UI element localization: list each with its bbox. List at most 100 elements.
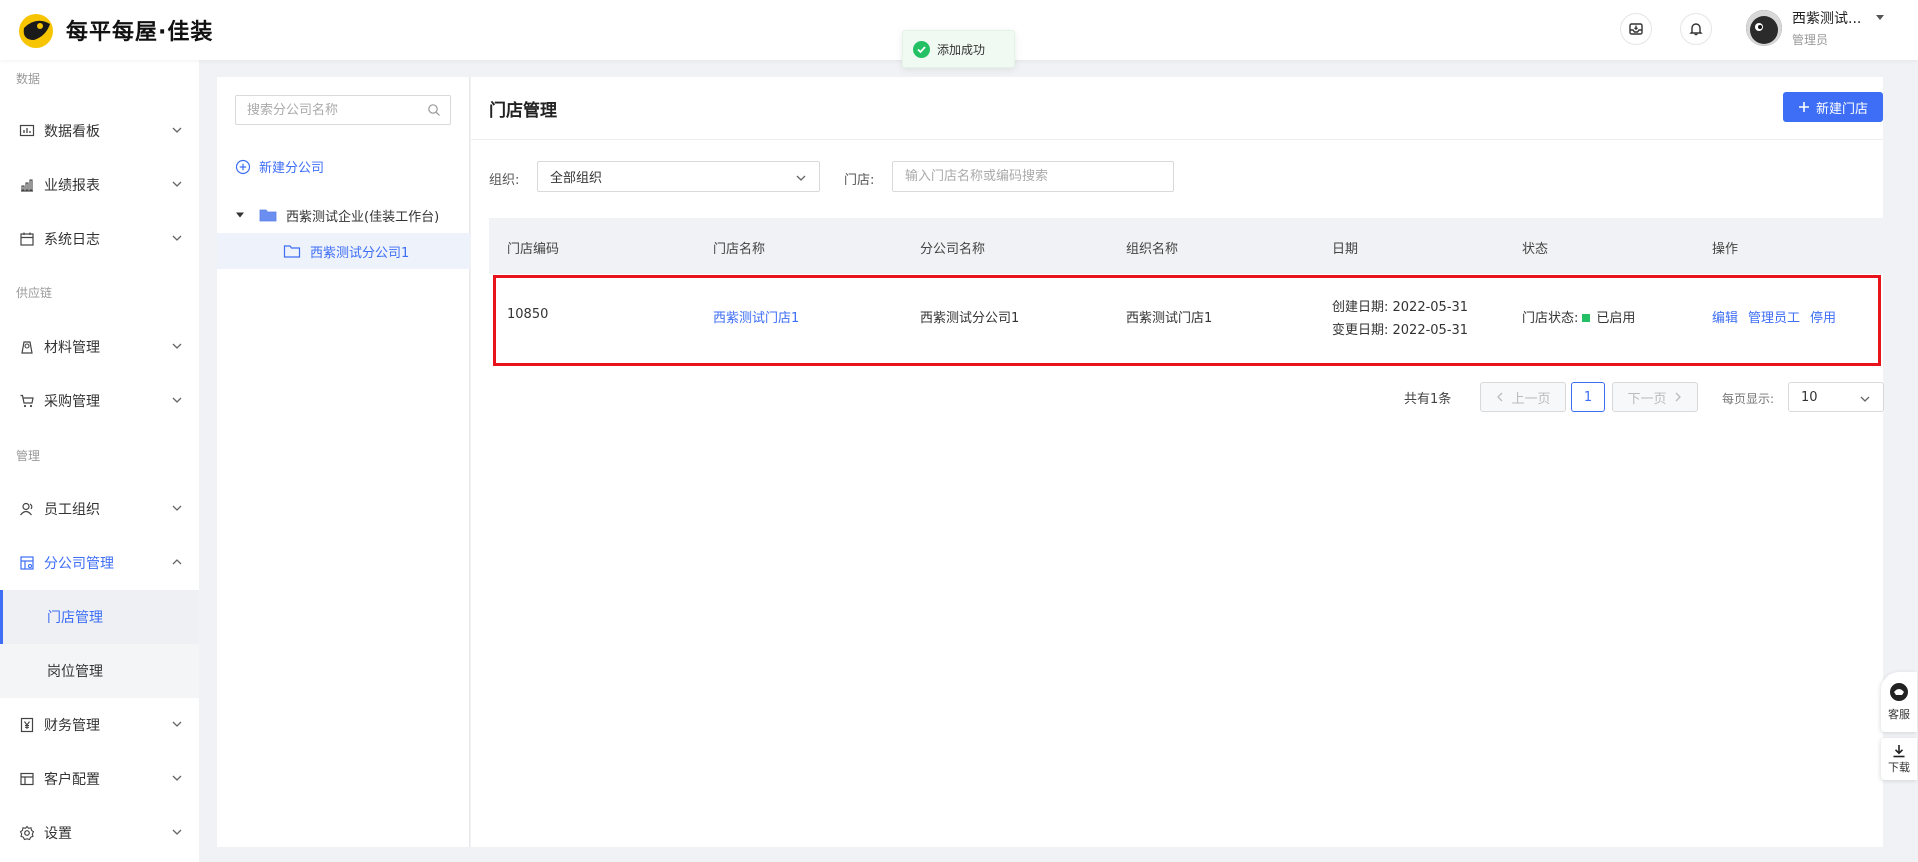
toast-text: 添加成功: [937, 42, 986, 57]
sidebar-item-label: 设置: [44, 826, 72, 842]
bar-report-icon: [18, 176, 36, 194]
sidebar-item-label: 业绩报表: [44, 178, 100, 194]
sidebar-item-reports[interactable]: 业绩报表: [0, 158, 199, 212]
sidebar-item-customer-config[interactable]: 客户配置: [0, 752, 199, 806]
sidebar: 数据 数据看板 业绩报表 系统日志 供应链 材料管理 采购管理 管理 员工组织 …: [0, 60, 199, 862]
column-header: 日期: [1332, 242, 1359, 257]
sidebar-item-staff[interactable]: 员工组织: [0, 482, 199, 536]
org-select[interactable]: 全部组织: [537, 161, 820, 192]
sidebar-subitem-positions[interactable]: 岗位管理: [0, 644, 199, 698]
column-header: 状态: [1522, 242, 1549, 257]
sidebar-item-dashboard[interactable]: 数据看板: [0, 104, 199, 158]
row-highlight-box: [493, 275, 1881, 366]
sidebar-item-purchasing[interactable]: 采购管理: [0, 374, 199, 428]
branch-tree-panel: 新建分公司 西紫测试企业(佳装工作台) 西紫测试分公司1: [217, 77, 470, 847]
cart-icon: [18, 392, 36, 410]
user-menu[interactable]: 西紫测试... 管理员: [1746, 8, 1885, 48]
caret-down-icon: [1876, 15, 1885, 20]
chevron-down-icon: [172, 829, 182, 835]
column-header: 组织名称: [1126, 242, 1179, 257]
table-header: 门店编码 门店名称 分公司名称 组织名称 日期 状态 操作: [489, 218, 1883, 274]
chevron-left-icon: [1497, 392, 1503, 402]
people-icon: [18, 500, 36, 518]
chevron-down-icon: [172, 343, 182, 349]
tree-node-company[interactable]: 西紫测试企业(佳装工作台): [217, 197, 470, 233]
chevron-right-icon: [1675, 392, 1681, 402]
gear-icon: [18, 824, 36, 842]
sidebar-item-finance[interactable]: 财务管理: [0, 698, 199, 752]
chevron-down-icon: [172, 235, 182, 241]
inbox-icon[interactable]: [1620, 13, 1652, 45]
tree-node-branch[interactable]: 西紫测试分公司1: [217, 233, 470, 269]
sidebar-item-label: 财务管理: [44, 718, 100, 734]
logo-mark-icon: [16, 10, 56, 50]
page-size-label: 每页显示:: [1722, 392, 1775, 406]
check-circle-icon: [913, 40, 930, 58]
divider: [471, 139, 1883, 140]
avatar: [1746, 10, 1782, 46]
sidebar-item-label: 采购管理: [44, 394, 100, 410]
sidebar-item-label: 分公司管理: [44, 556, 114, 572]
chevron-down-icon: [172, 181, 182, 187]
sidebar-item-logs[interactable]: 系统日志: [0, 212, 199, 266]
caret-down-icon[interactable]: [235, 210, 245, 220]
sidebar-subitem-stores[interactable]: 门店管理: [0, 590, 199, 644]
sidebar-item-label: 数据看板: [44, 124, 100, 140]
sidebar-item-settings[interactable]: 设置: [0, 806, 199, 860]
sidebar-item-label: 系统日志: [44, 232, 100, 248]
success-toast: 添加成功: [902, 30, 1015, 68]
chevron-down-icon: [1860, 396, 1870, 402]
org-select-value: 全部组织: [550, 171, 603, 186]
chevron-down-icon: [172, 775, 182, 781]
page-size-value: 10: [1801, 389, 1818, 405]
logo-text: 每平每屋·佳装: [66, 20, 214, 45]
download-icon: [1893, 745, 1905, 758]
tree-node-label: 西紫测试分公司1: [310, 245, 410, 261]
org-filter-label: 组织:: [489, 173, 520, 188]
plus-circle-icon: [235, 159, 251, 174]
sidebar-item-label: 客户配置: [44, 772, 100, 788]
sidebar-item-materials[interactable]: 材料管理: [0, 320, 199, 374]
logo[interactable]: 每平每屋·佳装: [16, 10, 213, 50]
layout-icon: [18, 770, 36, 788]
sidebar-item-branch[interactable]: 分公司管理: [0, 536, 199, 590]
page-size-select[interactable]: 10: [1788, 382, 1884, 412]
main-content: 门店管理 新建门店 组织: 全部组织 门店: 门店编码 门店名称 分公司名称 组…: [471, 77, 1883, 847]
current-page[interactable]: 1: [1571, 382, 1605, 412]
new-store-button[interactable]: 新建门店: [1783, 92, 1883, 122]
folder-icon: [259, 209, 277, 222]
yen-icon: [18, 716, 36, 734]
search-icon[interactable]: [427, 103, 441, 117]
page-title: 门店管理: [489, 101, 557, 121]
chat-icon: [1890, 683, 1908, 701]
customer-service-label: 客服: [1888, 708, 1910, 721]
store-search-input[interactable]: [892, 161, 1174, 192]
folder-outline-icon: [283, 245, 301, 258]
user-name: 西紫测试...: [1792, 11, 1862, 27]
chevron-down-icon: [172, 505, 182, 511]
prev-page-button[interactable]: 上一页: [1480, 382, 1566, 412]
next-page-button[interactable]: 下一页: [1612, 382, 1698, 412]
user-role: 管理员: [1792, 33, 1829, 47]
sidebar-section-manage: 管理: [16, 449, 41, 463]
new-branch-button[interactable]: 新建分公司: [235, 157, 324, 176]
store-filter-label: 门店:: [844, 173, 875, 188]
branch-search-input[interactable]: [235, 95, 451, 125]
pagination-total: 共有1条: [1404, 392, 1452, 407]
chevron-down-icon: [172, 127, 182, 133]
sidebar-section-data: 数据: [16, 72, 41, 86]
sidebar-item-label: 材料管理: [44, 340, 100, 356]
plus-icon: [1798, 102, 1809, 112]
sidebar-section-supply: 供应链: [16, 286, 53, 300]
new-store-label: 新建门店: [1815, 101, 1868, 117]
customer-service-button[interactable]: 客服: [1881, 672, 1917, 732]
column-header: 操作: [1712, 242, 1739, 257]
bell-icon[interactable]: [1680, 13, 1712, 45]
chevron-up-icon: [172, 559, 182, 565]
branch-icon: [18, 554, 36, 572]
download-button[interactable]: 下载: [1881, 738, 1917, 780]
sidebar-item-label: 员工组织: [44, 502, 100, 518]
chevron-down-icon: [172, 721, 182, 727]
new-branch-label: 新建分公司: [259, 161, 325, 176]
column-header: 分公司名称: [920, 242, 986, 257]
